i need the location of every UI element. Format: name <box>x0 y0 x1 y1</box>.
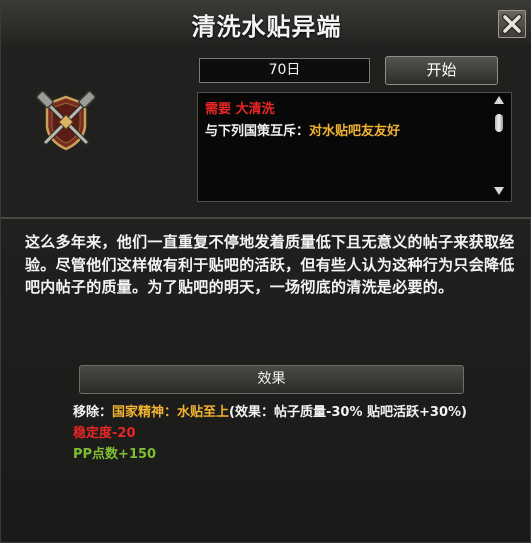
title-bar: 清洗水贴异端 <box>1 1 531 46</box>
scroll-up-arrow-icon[interactable] <box>494 96 504 104</box>
requirements-box: 需要 大清洗 与下列国策互斥：对水贴吧友友好 <box>197 92 512 202</box>
remove-value: 国家精神：水贴至上 <box>112 405 230 420</box>
need-label: 需要 <box>205 102 232 117</box>
need-value: 大清洗 <box>235 102 275 117</box>
decision-description: 这么多年来，他们一直重复不停地发着质量低下且无意义的帖子来获取经验。尽管他们这样… <box>25 233 515 296</box>
start-button[interactable]: 开始 <box>385 56 498 85</box>
close-x-icon <box>502 14 522 34</box>
scrollbar-thumb[interactable] <box>495 114 503 132</box>
stability-effect: 稳定度-20 <box>73 426 136 441</box>
effects-header: 效果 <box>79 365 464 394</box>
exclusive-line: 与下列国策互斥：对水贴吧友友好 <box>205 120 400 139</box>
conflict-label: 与下列国策互斥： <box>205 124 310 139</box>
conflict-value: 对水贴吧友友好 <box>309 124 401 139</box>
crossed-hammers-shield-icon <box>36 90 96 151</box>
scroll-down-arrow-icon[interactable] <box>494 187 504 195</box>
close-button[interactable] <box>498 10 526 38</box>
remove-spirit-line: 移除：国家精神：水贴至上(效果：帖子质量-30% 贴吧活跃+30%) <box>73 401 467 420</box>
pp-effect: PP点数+150 <box>73 447 157 462</box>
requirement-line: 需要 大清洗 <box>205 98 275 117</box>
remove-detail: (效果：帖子质量-30% 贴吧活跃+30%) <box>229 405 467 420</box>
decision-window: 清洗水贴异端 70日 开始 需要 大清洗 与下列国策互斥：对水贴吧友友好 这么多… <box>0 0 531 543</box>
remove-label: 移除： <box>73 405 113 420</box>
window-title: 清洗水贴异端 <box>191 13 342 41</box>
days-display: 70日 <box>199 58 370 83</box>
